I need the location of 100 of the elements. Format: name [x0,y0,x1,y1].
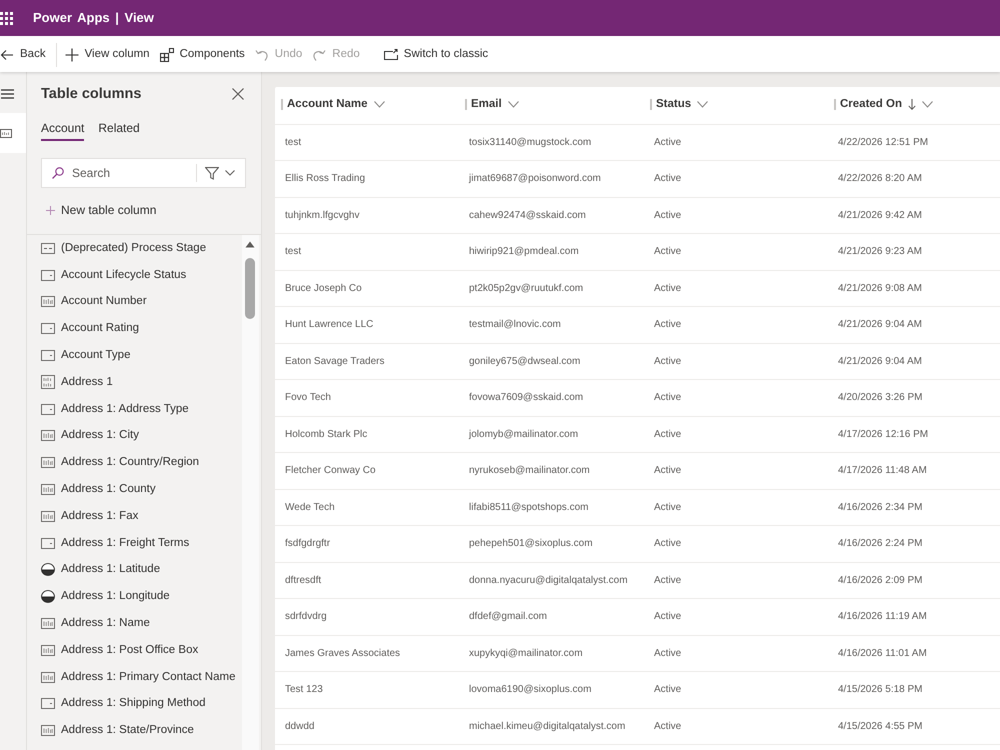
text-field-icon [41,725,55,736]
column-list-item[interactable]: Address 1: Name [41,610,242,637]
table-cell: Active [654,356,682,367]
new-column-button[interactable]: New table column [41,200,156,220]
column-list-item[interactable]: Address 1: Freight Terms [41,530,242,557]
column-list-item[interactable]: Account Rating [41,315,242,342]
table-cell: 4/22/2026 12:51 PM [838,136,928,148]
column-list-item[interactable]: Address 1: Post Office Box [41,636,242,664]
text-field-icon [0,128,12,138]
table-cell: Test 123 [285,684,323,696]
resize-handle-icon[interactable] [650,98,652,110]
search-field[interactable]: Search [72,164,188,182]
column-list-item[interactable]: Address 1: Fax [41,502,242,530]
table-cell: pehepeh501@sixoplus.com [469,538,593,550]
column-header[interactable]: Created On [840,96,902,113]
table-cell: dfdef@gmail.com [469,611,547,622]
table-cell: 4/21/2026 9:23 AM [838,246,922,258]
resize-handle-icon[interactable] [465,98,467,110]
chevron-down-icon[interactable] [508,100,519,108]
text-field-icon [41,672,55,683]
table-cell: Wede Tech [285,502,335,513]
scrollbar-thumb[interactable] [245,258,255,319]
table-cell: 4/16/2026 11:19 AM [838,611,927,622]
table-cell: 4/16/2026 2:09 PM [838,574,923,586]
table-cell: James Graves Associates [285,648,400,659]
column-list-item[interactable]: Account Type [41,342,242,369]
table-cell: Active [654,319,682,330]
column-list-item[interactable]: Address 1: Longitude [41,583,242,610]
table-cell: Active [654,465,682,476]
chevron-down-icon[interactable] [922,100,933,108]
table-cell: 4/16/2026 2:24 PM [838,538,923,550]
process-field-icon [41,242,55,254]
table-cell: dftresdft [285,574,322,586]
toolbar-button[interactable]: View column [60,41,155,69]
resize-handle-icon[interactable] [281,98,283,110]
chevron-down-icon [225,170,235,176]
table-cell: Active [654,246,682,258]
filter-button[interactable] [205,166,235,180]
column-header[interactable]: Account Name [287,96,368,113]
undo-icon [254,48,269,62]
text-field-icon [41,510,55,522]
column-list-item[interactable]: Address 1 [41,368,242,396]
column-list-item[interactable]: Account Number [41,288,242,316]
chevron-down-icon[interactable] [374,100,385,108]
column-list-item[interactable]: (Deprecated) Process Stage [41,235,242,262]
table-cell: goniley675@dwseal.com [469,356,580,367]
toolbar-button[interactable]: Components [154,41,250,69]
table-cell: 4/22/2026 8:20 AM [838,173,922,184]
table-cell: Ellis Ross Trading [285,173,366,184]
column-header[interactable]: Email [471,96,502,113]
choice-field-icon [41,323,55,334]
toolbar-button[interactable]: Back [0,41,51,69]
table-cell: sdrfdvdrg [285,611,327,622]
text-field-icon [41,618,55,630]
choice-field-icon [41,404,55,415]
table-cell: michael.kimeu@digitalqatalyst.com [469,720,626,732]
table-cell: xupykyqi@mailinator.com [469,648,583,659]
redo-icon [312,48,326,62]
table-cell: 4/17/2026 11:48 AM [838,465,927,476]
table-cell: 4/15/2026 5:18 PM [838,684,923,696]
table-cell: hiwirip921@pmdeal.com [469,246,579,258]
column-list-item[interactable]: Address 1: Address Type [41,396,242,423]
tab[interactable]: Account [41,121,84,141]
table-cell: lifabi8511@spotshops.com [469,502,588,513]
chevron-down-icon[interactable] [697,100,708,108]
table-cell: Active [654,648,682,659]
menu-icon[interactable] [1,89,14,99]
table-cell: jolomyb@mailinator.com [469,428,578,440]
column-list-item[interactable]: Address 1: State/Province [41,717,242,744]
column-list-item[interactable]: Address 1: Latitude [41,556,242,584]
column-list-item[interactable]: Address 1: Country/Region [41,449,242,476]
components-icon [160,48,174,62]
half-circle-icon [41,590,55,604]
toolbar-button[interactable]: Switch to classic [378,41,494,69]
table-cell: cahew92474@sskaid.com [469,210,586,221]
column-list-item[interactable]: Address 1: Shipping Method [41,690,242,718]
close-button[interactable] [232,88,244,100]
scrollbar-track[interactable] [242,235,259,750]
table-cell: nyrukoseb@mailinator.com [469,465,590,476]
plus-icon [64,48,79,62]
search-icon [52,167,64,179]
column-list-item[interactable]: Address 1: Primary Contact Name [41,664,242,691]
table-cell: Active [654,282,682,294]
scroll-up-icon[interactable] [245,241,255,248]
search-box[interactable]: Search [41,158,246,188]
table-cell: tosix31140@mugstock.com [469,136,592,148]
table-cell: Active [654,720,682,732]
table-cell: Fletcher Conway Co [285,465,376,476]
column-list-item[interactable]: Address 1: County [41,476,242,503]
back-arrow-icon [0,48,14,62]
choice-field-icon [41,698,55,710]
choice-field-icon [41,270,55,281]
column-header[interactable]: Status [656,96,692,113]
resize-handle-icon[interactable] [834,98,836,110]
table-cell: 4/16/2026 11:01 AM [838,648,927,659]
tab[interactable]: Related [98,121,140,141]
column-list-item[interactable]: Account Lifecycle Status [41,262,242,289]
column-list-item[interactable]: Address 1: City [41,422,242,450]
app-launcher-icon[interactable] [0,12,13,24]
filter-icon [205,166,219,180]
